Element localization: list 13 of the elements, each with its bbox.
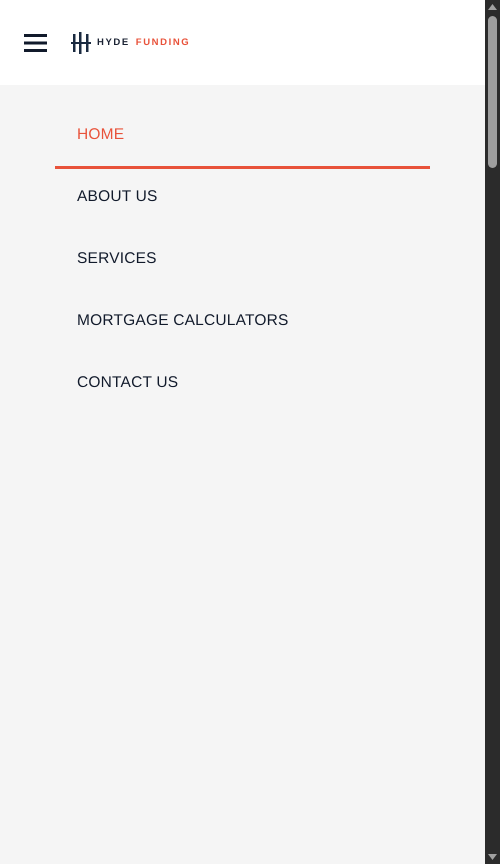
menu-button[interactable]: [24, 32, 47, 52]
scrollbar[interactable]: [485, 0, 500, 864]
down-arrow-icon[interactable]: [488, 854, 497, 860]
up-arrow-icon[interactable]: [488, 4, 497, 10]
brand-name: FUNDING: [136, 37, 190, 48]
brand-name: HYDE: [97, 37, 130, 48]
menu-item[interactable]: CONTACT US: [55, 355, 430, 417]
scrollbar-thumb[interactable]: [488, 16, 497, 168]
menu-item[interactable]: SERVICES: [55, 231, 430, 293]
menu-icon: [24, 32, 47, 52]
logo-icon: [71, 32, 91, 54]
menu-item[interactable]: MORTGAGE CALCULATORS: [55, 293, 430, 355]
menu-item[interactable]: ABOUT US: [55, 169, 430, 231]
